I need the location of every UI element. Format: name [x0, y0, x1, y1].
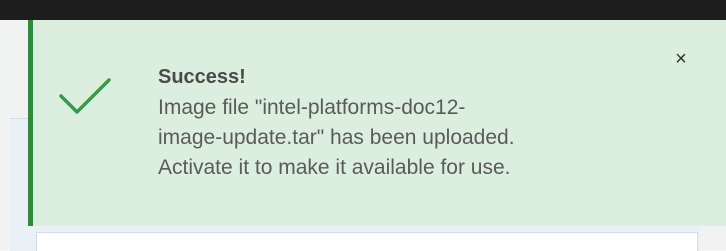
success-toast: Success! Image file "intel-platforms-doc…	[28, 20, 726, 226]
check-icon	[57, 76, 113, 116]
toast-message-line: Image file "intel-platforms-doc12-	[158, 96, 466, 119]
toast-message-line: image-update.tar" has been uploaded.	[158, 126, 515, 149]
toast-content: Success! Image file "intel-platforms-doc…	[158, 63, 658, 183]
close-button[interactable]: ×	[672, 49, 690, 69]
toast-title: Success!	[158, 66, 246, 88]
background-content-box	[36, 232, 698, 251]
top-bar	[0, 0, 726, 20]
toast-message-line: Activate it to make it available for use…	[158, 156, 511, 179]
